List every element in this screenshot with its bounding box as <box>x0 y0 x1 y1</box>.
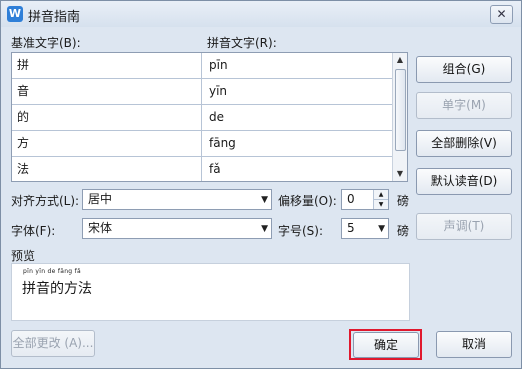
delete-all-button[interactable]: 全部删除(V) <box>416 130 512 157</box>
offset-unit: 磅 <box>397 194 410 208</box>
pinyin-cell[interactable]: fāng <box>202 131 392 156</box>
title-bar: W 拼音指南 ✕ <box>1 1 521 27</box>
preview-ruby: pīn yīn de fāng fǎ <box>23 268 82 275</box>
align-value: 居中 <box>88 192 113 206</box>
preview-text: 拼音的方法 <box>22 281 92 297</box>
offset-label: 偏移量(O): <box>278 194 337 208</box>
pinyin-guide-dialog: W 拼音指南 ✕ 基准文字(B): 拼音文字(R): 拼 pīn 音 yīn 的… <box>0 0 522 369</box>
base-cell[interactable]: 音 <box>12 79 202 104</box>
cancel-button[interactable]: 取消 <box>436 331 512 358</box>
change-all-button[interactable]: 全部更改 (A)... <box>11 330 95 357</box>
scroll-thumb[interactable] <box>395 69 406 151</box>
highlight-box <box>349 329 422 360</box>
combine-button[interactable]: 组合(G) <box>416 56 512 83</box>
table-row: 的 de <box>12 105 392 131</box>
base-cell[interactable]: 的 <box>12 105 202 130</box>
scroll-up-icon[interactable]: ▲ <box>393 53 407 67</box>
stepper-down-icon[interactable]: ▼ <box>373 200 388 209</box>
single-char-button[interactable]: 单字(M) <box>416 92 512 119</box>
size-select[interactable]: 5 ▼ <box>341 218 389 239</box>
font-select[interactable]: 宋体 ▼ <box>82 218 272 239</box>
size-value: 5 <box>347 221 355 235</box>
close-icon: ✕ <box>496 7 507 21</box>
preview-box: pīn yīn de fāng fǎ 拼音的方法 <box>11 263 410 321</box>
chevron-down-icon: ▼ <box>378 224 385 234</box>
font-value: 宋体 <box>88 221 113 235</box>
default-reading-button[interactable]: 默认读音(D) <box>416 168 512 195</box>
align-label: 对齐方式(L): <box>11 194 80 208</box>
pinyin-cell[interactable]: pīn <box>202 53 392 78</box>
pinyin-cell[interactable]: fǎ <box>202 157 392 181</box>
chevron-down-icon: ▼ <box>261 224 268 234</box>
preview-label: 预览 <box>11 249 36 263</box>
offset-value: 0 <box>347 192 355 206</box>
base-cell[interactable]: 方 <box>12 131 202 156</box>
close-button[interactable]: ✕ <box>490 5 513 24</box>
table-row: 法 fǎ <box>12 157 392 181</box>
size-label: 字号(S): <box>278 224 324 238</box>
pinyin-cell[interactable]: yīn <box>202 79 392 104</box>
table-row: 方 fāng <box>12 131 392 157</box>
pinyin-cell[interactable]: de <box>202 105 392 130</box>
table-scrollbar[interactable]: ▲ ▼ <box>392 53 407 181</box>
chevron-down-icon: ▼ <box>261 195 268 205</box>
table-row: 音 yīn <box>12 79 392 105</box>
align-select[interactable]: 居中 ▼ <box>82 189 272 210</box>
pinyin-text-label: 拼音文字(R): <box>207 36 277 50</box>
scroll-down-icon[interactable]: ▼ <box>393 167 407 181</box>
size-unit: 磅 <box>397 224 410 238</box>
wps-writer-icon: W <box>7 6 23 22</box>
offset-stepper[interactable]: 0 ▲ ▼ <box>341 189 389 210</box>
base-cell[interactable]: 法 <box>12 157 202 181</box>
stepper-up-icon[interactable]: ▲ <box>373 190 388 200</box>
dialog-title: 拼音指南 <box>28 10 81 25</box>
base-cell[interactable]: 拼 <box>12 53 202 78</box>
pinyin-table: 拼 pīn 音 yīn 的 de 方 fāng 法 fǎ ▲ ▼ <box>11 52 408 182</box>
font-label: 字体(F): <box>11 224 56 238</box>
base-text-label: 基准文字(B): <box>11 36 81 50</box>
tone-button[interactable]: 声调(T) <box>416 213 512 240</box>
table-row: 拼 pīn <box>12 53 392 79</box>
